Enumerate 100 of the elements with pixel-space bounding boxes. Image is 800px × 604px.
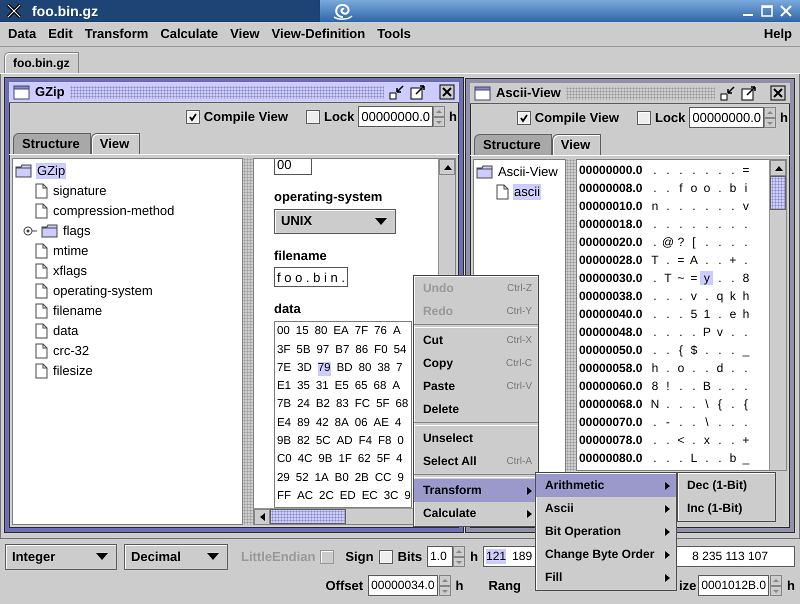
menu-item[interactable]: Copy Ctrl-C xyxy=(414,352,538,375)
ascii-char[interactable]: T xyxy=(661,270,674,286)
hex-byte[interactable]: 31 xyxy=(316,380,329,394)
hex-byte[interactable]: 65 xyxy=(354,380,368,394)
hex-byte[interactable]: 0 xyxy=(397,435,404,449)
menu-item[interactable]: Cut Ctrl-X xyxy=(414,329,538,352)
ascii-char[interactable]: [ xyxy=(687,234,700,250)
ascii-char[interactable]: . xyxy=(661,360,674,376)
ascii-char[interactable]: = xyxy=(674,252,688,268)
ascii-char[interactable]: . xyxy=(661,198,674,214)
hex-byte[interactable]: ED xyxy=(340,490,356,504)
ascii-char[interactable]: - xyxy=(661,414,674,430)
hex-byte[interactable]: E5 xyxy=(334,380,349,394)
hex-byte[interactable]: 80 xyxy=(314,325,328,340)
maximize-button[interactable] xyxy=(741,85,757,101)
hex-byte[interactable]: C0 xyxy=(277,453,292,468)
hex-byte[interactable]: 86 xyxy=(355,344,368,358)
hex-byte[interactable]: 29 xyxy=(277,472,290,486)
hex-byte[interactable]: FF xyxy=(277,490,292,504)
menu-item[interactable]: Fill xyxy=(536,566,676,589)
hex-byte[interactable]: 80 xyxy=(358,362,372,376)
ascii-char[interactable]: A xyxy=(687,252,700,268)
hex-byte[interactable]: 82 xyxy=(297,435,310,449)
ascii-char[interactable]: q xyxy=(713,288,726,304)
hex-byte[interactable]: 7E xyxy=(277,362,292,376)
ascii-char[interactable]: _ xyxy=(739,342,752,358)
ascii-char[interactable]: T xyxy=(648,252,662,268)
iconify-button[interactable] xyxy=(720,85,736,101)
ascii-char[interactable]: . xyxy=(687,414,700,430)
ascii-char[interactable]: . xyxy=(674,450,688,466)
hex-byte[interactable]: F8 xyxy=(378,435,392,449)
hex-byte[interactable]: 76 xyxy=(374,325,387,340)
hex-byte[interactable]: 7B xyxy=(277,398,292,412)
ascii-char[interactable]: 1 xyxy=(700,306,714,322)
ascii-char[interactable]: . xyxy=(661,306,674,322)
hex-byte[interactable]: 06 xyxy=(354,416,368,431)
ascii-char[interactable]: . xyxy=(726,360,740,376)
tree-item[interactable]: mtime xyxy=(52,243,90,259)
menu-item[interactable]: Ascii xyxy=(536,497,676,520)
ascii-char[interactable]: . xyxy=(739,216,752,232)
hex-byte[interactable]: B0 xyxy=(334,472,349,486)
ascii-char[interactable]: . xyxy=(726,234,740,250)
ascii-char[interactable]: . xyxy=(661,180,674,196)
hex-byte[interactable]: 7F xyxy=(354,325,368,340)
scrollbar-thumb[interactable] xyxy=(770,176,786,210)
document-tab[interactable]: foo.bin.gz xyxy=(4,52,79,73)
ascii-char[interactable]: ? xyxy=(674,234,688,250)
ascii-char[interactable]: d xyxy=(713,360,726,376)
ascii-char[interactable]: . xyxy=(713,270,726,286)
ascii-char[interactable]: { xyxy=(674,342,688,358)
ascii-char[interactable]: = xyxy=(739,162,752,178)
hex-byte[interactable]: 2B xyxy=(354,472,369,486)
frame-title-bar[interactable]: GZip xyxy=(9,82,459,103)
ascii-char[interactable]: v xyxy=(687,288,700,304)
ascii-char[interactable]: . xyxy=(648,306,662,322)
hex-byte[interactable]: E4 xyxy=(277,416,292,431)
ascii-char[interactable]: . xyxy=(674,216,688,232)
tab[interactable]: View xyxy=(90,133,140,154)
ascii-char[interactable]: . xyxy=(648,270,662,286)
hex-byte[interactable]: 68 xyxy=(396,398,408,412)
hex-byte[interactable]: 89 xyxy=(297,416,310,431)
ascii-char[interactable]: @ xyxy=(661,234,674,250)
hex-byte[interactable]: 38 xyxy=(377,362,390,376)
ascii-char[interactable]: . xyxy=(726,396,740,412)
hex-byte[interactable]: 97 xyxy=(316,344,330,358)
ascii-char[interactable]: . xyxy=(713,306,726,322)
ascii-char[interactable]: . xyxy=(713,378,726,394)
ascii-char[interactable]: . xyxy=(700,234,714,250)
ascii-char[interactable]: . xyxy=(648,450,662,466)
text-field[interactable]: f o o . b i n . xyxy=(274,267,348,288)
ascii-char[interactable]: . xyxy=(674,414,688,430)
checkbox[interactable] xyxy=(637,110,652,124)
ascii-char[interactable]: . xyxy=(726,342,740,358)
ascii-char[interactable]: . xyxy=(648,162,662,178)
ascii-char[interactable]: . xyxy=(726,216,740,232)
ascii-char[interactable]: . xyxy=(700,198,714,214)
ascii-char[interactable]: h xyxy=(739,306,752,322)
ascii-char[interactable]: h xyxy=(739,288,752,304)
hex-byte[interactable]: 4C xyxy=(298,453,312,468)
ascii-char[interactable]: . xyxy=(661,288,674,304)
menu-item[interactable]: View xyxy=(224,26,266,42)
menu-item[interactable]: Select All Ctrl-A xyxy=(414,450,538,473)
maximize-button[interactable] xyxy=(410,84,426,100)
ascii-char[interactable]: { xyxy=(713,396,726,412)
close-button[interactable] xyxy=(770,85,786,101)
ascii-char[interactable]: . xyxy=(674,162,688,178)
hex-byte[interactable]: 62 xyxy=(358,453,371,468)
ascii-char[interactable]: . xyxy=(648,432,662,448)
checkbox[interactable] xyxy=(306,110,320,124)
hex-byte[interactable]: 3F xyxy=(277,344,290,358)
menu-item[interactable]: Transform xyxy=(414,479,538,502)
ascii-char[interactable]: . xyxy=(739,360,752,376)
hex-byte[interactable]: CC xyxy=(374,472,392,486)
ascii-char[interactable]: h xyxy=(648,360,662,376)
ascii-char[interactable]: . xyxy=(674,324,688,340)
hex-byte[interactable]: A xyxy=(392,380,400,394)
ascii-char[interactable]: o xyxy=(687,180,700,196)
hex-byte[interactable]: F4 xyxy=(358,435,372,449)
ascii-char[interactable]: . xyxy=(713,180,726,196)
hex-byte[interactable]: 5B xyxy=(296,344,310,358)
